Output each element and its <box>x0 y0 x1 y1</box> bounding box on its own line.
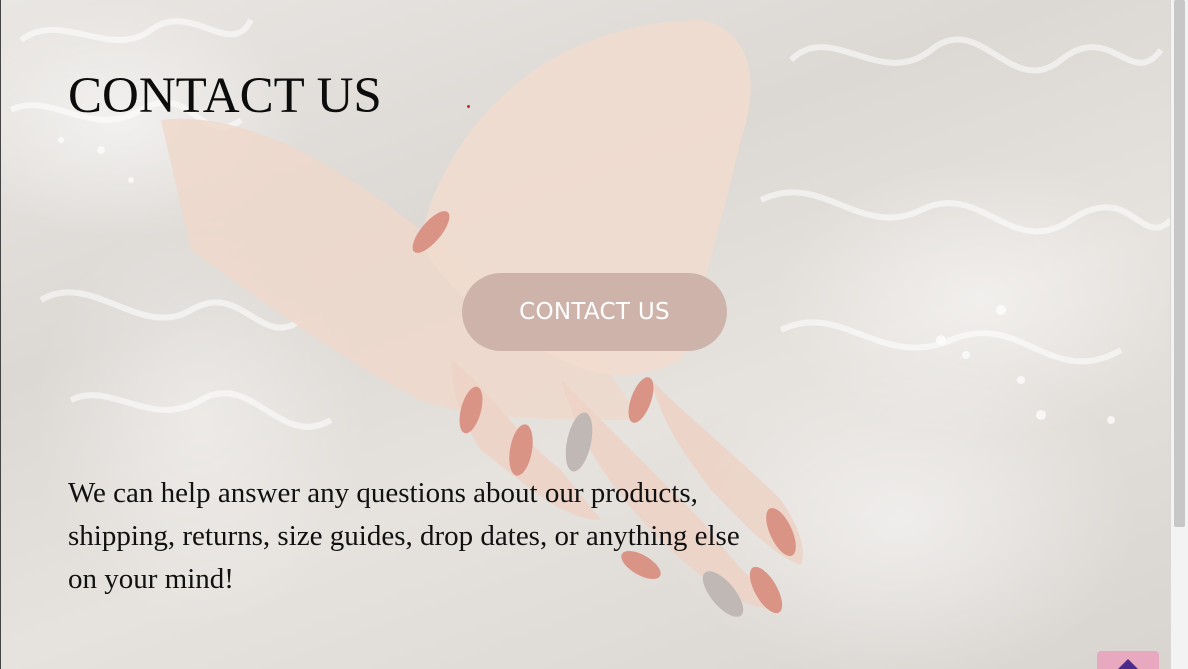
decorative-dot <box>467 105 470 108</box>
contact-us-button[interactable]: CONTACT US <box>462 273 727 351</box>
page-scrollbar[interactable] <box>1170 0 1188 669</box>
contact-hero-section: CONTACT US CONTACT US We can help answer… <box>0 0 1171 669</box>
chevron-up-icon <box>1118 659 1138 669</box>
back-to-top-button[interactable] <box>1097 651 1159 669</box>
scrollbar-thumb[interactable] <box>1174 0 1185 527</box>
contact-description: We can help answer any questions about o… <box>68 477 740 595</box>
page: CONTACT US CONTACT US We can help answer… <box>0 0 1188 669</box>
page-title: CONTACT US <box>68 68 382 124</box>
